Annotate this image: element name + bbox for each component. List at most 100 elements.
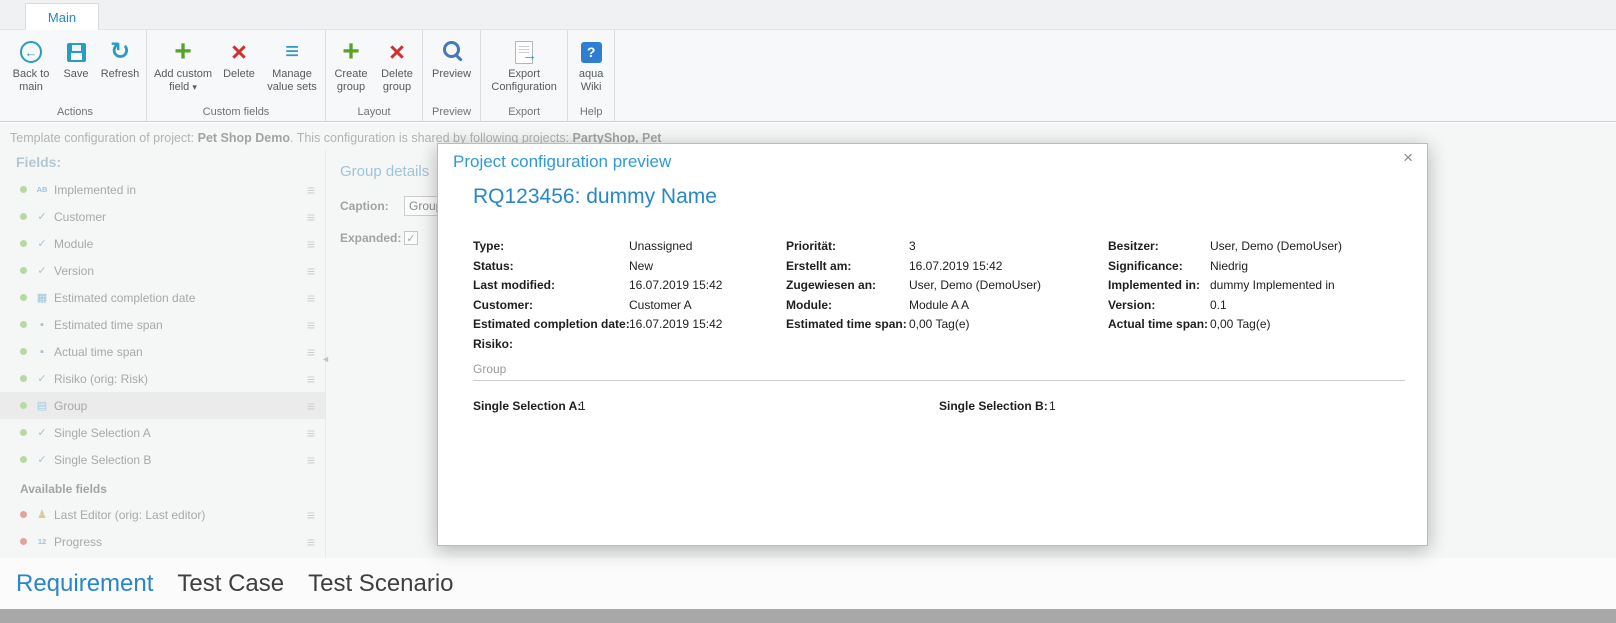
refresh-button[interactable]: ↻ Refresh — [97, 32, 143, 81]
delete-x-icon: × — [389, 37, 405, 67]
active-indicator-dot — [20, 294, 27, 301]
add-custom-field-button[interactable]: + Add custom field ▾ — [150, 32, 216, 94]
drag-handle-icon[interactable]: ≡ — [307, 425, 315, 441]
field-label: Progress — [54, 534, 103, 549]
detail-value: Module A A — [909, 297, 970, 312]
ribbon-body: ← Back to main Save ↻ Refresh Actions + … — [0, 30, 1616, 122]
drag-handle-icon[interactable]: ≡ — [307, 344, 315, 360]
field-item[interactable]: 12 Progress ≡ — [0, 528, 325, 555]
field-item[interactable]: ▪ Actual time span ≡ — [0, 338, 325, 365]
save-floppy-icon — [66, 42, 86, 62]
field-label: Estimated time span — [54, 317, 163, 332]
detail-label: Module: — [786, 297, 832, 312]
detail-label: Type: — [473, 239, 505, 253]
drag-handle-icon[interactable]: ≡ — [307, 398, 315, 414]
expanded-checkbox[interactable]: ✓ — [404, 231, 418, 245]
project-name: Pet Shop Demo — [197, 131, 290, 145]
export-configuration-button[interactable]: → Export Configuration — [484, 32, 564, 94]
detail-label — [1108, 335, 1210, 355]
tab-test-case[interactable]: Test Case — [177, 570, 284, 598]
ribbon-group-actions: ← Back to main Save ↻ Refresh Actions — [4, 30, 147, 121]
field-item[interactable]: ▦ Estimated completion date ≡ — [0, 284, 325, 311]
field-label: Single Selection A — [54, 425, 151, 440]
check-icon: ✓ — [37, 454, 47, 466]
close-icon[interactable]: × — [1403, 149, 1413, 166]
field-item-group-selected[interactable]: ▤ Group ≡ — [0, 392, 325, 419]
refresh-icon: ↻ — [109, 38, 131, 65]
ribbon-group-label: Layout — [357, 106, 391, 118]
button-label: Back to main — [12, 68, 50, 94]
drag-handle-icon[interactable]: ≡ — [307, 317, 315, 333]
save-button[interactable]: Save — [57, 32, 95, 81]
window-bottom-strip — [0, 609, 1616, 623]
magnifier-icon — [439, 39, 465, 65]
field-item[interactable]: ♟ Last Editor (orig: Last editor) ≡ — [0, 501, 325, 528]
detail-label: Priorität: — [786, 239, 837, 253]
fields-panel: Fields: AB Implemented in ≡ ✓ Customer ≡… — [0, 150, 326, 609]
active-indicator-dot — [20, 429, 27, 436]
panel-collapse-arrow-icon[interactable]: ◄ — [321, 354, 330, 364]
field-item[interactable]: ✓ Customer ≡ — [0, 203, 325, 230]
tab-requirement[interactable]: Requirement — [16, 570, 153, 598]
available-indicator-dot — [20, 511, 27, 518]
drag-handle-icon[interactable]: ≡ — [307, 182, 315, 198]
delete-x-icon: × — [231, 37, 247, 67]
field-item[interactable]: AB Implemented in ≡ — [0, 176, 325, 203]
detail-value: 0,00 Tag(e) — [909, 317, 970, 331]
drag-handle-icon[interactable]: ≡ — [307, 236, 315, 252]
detail-label: Last modified: — [473, 278, 556, 292]
drag-handle-icon[interactable]: ≡ — [307, 534, 315, 550]
button-label: Refresh — [100, 68, 140, 80]
manage-value-sets-button[interactable]: ≡ Manage value sets — [262, 32, 322, 94]
detail-value: 0,00 Tag(e) — [1210, 317, 1271, 331]
delete-group-button[interactable]: × Delete group — [375, 32, 419, 94]
back-to-main-button[interactable]: ← Back to main — [7, 32, 55, 94]
ribbon-group-help: ? aqua Wiki Help — [568, 30, 616, 121]
drag-handle-icon[interactable]: ≡ — [307, 507, 315, 523]
drag-handle-icon[interactable]: ≡ — [307, 209, 315, 225]
active-indicator-dot — [20, 213, 27, 220]
field-label: Single Selection B — [54, 452, 152, 467]
field-label: Version — [54, 263, 95, 278]
field-item[interactable]: ✓ Version ≡ — [0, 257, 325, 284]
button-label: Manage value sets — [267, 68, 317, 94]
drag-handle-icon[interactable]: ≡ — [307, 263, 315, 279]
calendar-icon: ▦ — [36, 292, 48, 304]
field-label: Group — [54, 398, 88, 413]
drag-handle-icon[interactable]: ≡ — [307, 371, 315, 387]
field-item[interactable]: ✓ Risiko (orig: Risk) ≡ — [0, 365, 325, 392]
numeric-field-icon: 12 — [37, 537, 47, 546]
active-indicator-dot — [20, 186, 27, 193]
field-item[interactable]: ✓ Module ≡ — [0, 230, 325, 257]
create-group-button[interactable]: + Create group — [329, 32, 373, 94]
field-item[interactable]: ✓ Single Selection B ≡ — [0, 446, 325, 473]
field-item[interactable]: ▪ Estimated time span ≡ — [0, 311, 325, 338]
wiki-question-icon: ? — [580, 41, 602, 63]
detail-value: User, Demo (DemoUser) — [1210, 239, 1343, 253]
modal-title: Project configuration preview — [453, 152, 672, 171]
detail-label: Single Selection B: — [939, 399, 1048, 413]
ribbon-tab-main[interactable]: Main — [25, 3, 99, 30]
aqua-wiki-button[interactable]: ? aqua Wiki — [571, 32, 611, 94]
drag-handle-icon[interactable]: ≡ — [307, 452, 315, 468]
detail-label: Status: — [473, 258, 514, 273]
field-item[interactable]: ✓ Single Selection A ≡ — [0, 419, 325, 446]
ribbon-tab-row: Main — [0, 0, 1616, 30]
detail-value — [629, 335, 786, 355]
preview-button[interactable]: Preview — [428, 32, 476, 81]
drag-handle-icon[interactable]: ≡ — [307, 290, 315, 306]
detail-value: 16.07.2019 15:42 — [909, 258, 1003, 273]
back-arrow-icon: ← — [20, 41, 42, 63]
plus-icon: + — [174, 35, 192, 68]
detail-value: Unassigned — [629, 239, 693, 253]
delete-field-button[interactable]: × Delete — [218, 32, 260, 81]
group-icon: ▤ — [36, 400, 48, 412]
button-label: aqua Wiki — [578, 68, 604, 94]
button-label: Save — [63, 68, 89, 80]
group-section-divider — [473, 380, 1405, 381]
ribbon-group-label: Preview — [432, 106, 472, 118]
tab-test-scenario[interactable]: Test Scenario — [308, 570, 453, 598]
ribbon-group-preview: Preview Preview — [423, 30, 482, 121]
ribbon-group-custom-fields: + Add custom field ▾ × Delete ≡ Manage v… — [147, 30, 326, 121]
detail-label: Estimated completion date: — [473, 317, 629, 331]
